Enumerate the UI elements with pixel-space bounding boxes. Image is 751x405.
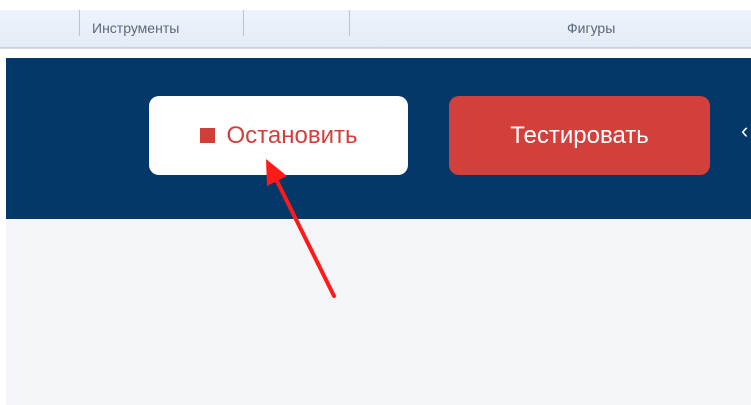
ribbon-group-bar: Инструменты Фигуры (0, 0, 751, 49)
ribbon-group-label-shapes: Фигуры (567, 20, 616, 36)
test-button-label: Тестировать (510, 121, 649, 149)
ribbon-group-label-tools: Инструменты (92, 20, 180, 36)
ribbon-separator (349, 10, 350, 36)
test-button[interactable]: Тестировать (449, 96, 710, 175)
stop-square-icon (199, 128, 215, 143)
toolbar-left-edge (0, 58, 6, 219)
stop-button-label: Остановить (226, 121, 358, 149)
ribbon-top-strip (0, 0, 751, 10)
ribbon-separator (243, 10, 244, 36)
content-area (6, 219, 751, 405)
ribbon-separator (79, 10, 80, 36)
stop-button[interactable]: Остановить (149, 96, 408, 175)
chevron-left-icon[interactable]: ‹ (741, 118, 748, 144)
